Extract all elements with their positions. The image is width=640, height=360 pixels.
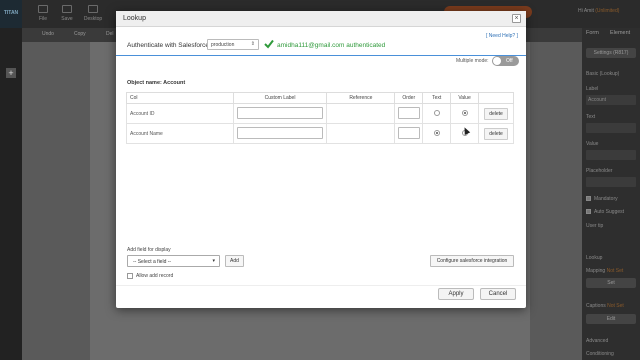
auth-status: amidha111@gmail.com authenticated: [277, 42, 386, 49]
section-advanced[interactable]: Advanced: [586, 338, 608, 344]
table-row: Account Name delete: [126, 123, 514, 144]
field-select-value: -- Select a field --: [133, 259, 172, 265]
value-caption: Value: [586, 141, 599, 147]
text-radio[interactable]: [433, 129, 440, 136]
toggle-state: Off: [506, 58, 513, 64]
multiple-mode-label: Multiple mode:: [456, 58, 489, 64]
user-greeting[interactable]: Hi Amit (Unlimited): [578, 8, 619, 14]
field-table: Col Custom Label Reference Order Text Va…: [126, 92, 514, 144]
chevron-down-icon: ▾: [212, 258, 215, 264]
modal-title: Lookup: [123, 15, 146, 22]
auth-label: Authenticate with Salesforce: [127, 42, 210, 49]
label-field[interactable]: Account: [586, 95, 636, 105]
cancel-button[interactable]: Cancel: [480, 288, 516, 300]
order-header: Order: [394, 92, 424, 104]
auto-suggest-label: Auto Suggest: [594, 209, 625, 215]
toggle-knob: [493, 57, 501, 65]
lookup-modal: Lookup × [ Need Help? ] Authenticate wit…: [116, 11, 526, 308]
section-basic[interactable]: Basic (Lookup): [586, 71, 619, 77]
environment-value: production: [211, 42, 235, 48]
mandatory-checkbox[interactable]: [586, 196, 591, 201]
reference-cell: [326, 123, 396, 144]
right-panel: Form Element Settings (R817) Basic (Look…: [582, 28, 640, 360]
custom-label-input[interactable]: [237, 126, 323, 139]
tab-form[interactable]: Form: [586, 30, 599, 36]
mapping-caption: Mapping Not Set: [586, 268, 624, 274]
text-field[interactable]: [586, 123, 636, 133]
modal-header: Lookup ×: [116, 11, 526, 27]
need-help-link[interactable]: [ Need Help? ]: [486, 33, 518, 39]
text-header: Text: [422, 92, 452, 104]
field-select[interactable]: -- Select a field -- ▾: [127, 255, 220, 267]
captions-caption: Captions Not Set: [586, 303, 624, 309]
configure-integration-button[interactable]: Configure salesforce integration: [430, 255, 514, 267]
text-caption: Text: [586, 114, 596, 120]
value-header: Value: [450, 92, 479, 104]
desktop-icon: [88, 5, 98, 13]
apply-button[interactable]: Apply: [438, 288, 474, 300]
toolbar-save[interactable]: Save: [54, 5, 80, 22]
add-field-button[interactable]: Add: [225, 255, 244, 267]
order-input[interactable]: [397, 126, 420, 139]
copy-button[interactable]: Copy: [74, 31, 86, 37]
value-field[interactable]: [586, 150, 636, 160]
settings-button[interactable]: Settings (R817): [586, 48, 636, 58]
user-tip-caption: User tip: [586, 223, 604, 229]
add-field-label: Add field for display: [127, 247, 171, 253]
delete-button[interactable]: delete: [484, 127, 508, 140]
custom-label-header: Custom Label: [232, 92, 328, 104]
footer-divider: [116, 285, 526, 286]
check-icon: [264, 39, 274, 49]
select-arrows-icon: ⇕: [250, 41, 255, 47]
mandatory-label: Mandatory: [594, 196, 618, 202]
col-header: Col: [126, 92, 234, 104]
table-row: Account ID delete: [126, 103, 514, 124]
custom-label-input[interactable]: [237, 106, 323, 119]
row-col-name: Account Name: [126, 123, 234, 144]
mapping-set-button[interactable]: Set: [586, 278, 636, 288]
allow-add-record-checkbox[interactable]: [127, 273, 133, 279]
left-sidebar: +: [0, 28, 22, 360]
lookup-caption: Lookup: [586, 255, 603, 261]
captions-edit-button[interactable]: Edit: [586, 314, 636, 324]
object-name: Object name: Account: [127, 80, 186, 86]
add-element-icon[interactable]: +: [6, 68, 16, 78]
allow-add-record-label: Allow add record: [136, 273, 174, 279]
close-button[interactable]: ×: [512, 14, 521, 23]
delete-toolbar-button[interactable]: Del: [106, 31, 114, 37]
row-col-name: Account ID: [126, 103, 234, 124]
auto-suggest-checkbox[interactable]: [586, 209, 591, 214]
table-header: Col Custom Label Reference Order Text Va…: [126, 92, 514, 104]
section-conditioning[interactable]: Conditioning: [586, 351, 614, 357]
placeholder-field[interactable]: [586, 177, 636, 187]
tab-element[interactable]: Element: [610, 30, 630, 36]
environment-select[interactable]: production ⇕: [207, 39, 259, 50]
actions-header: [478, 92, 514, 104]
placeholder-caption: Placeholder: [586, 168, 613, 174]
reference-cell: [326, 103, 396, 124]
multiple-mode-toggle[interactable]: Off: [492, 56, 519, 66]
reference-header: Reference: [326, 92, 396, 104]
header-divider: [116, 55, 526, 56]
delete-button[interactable]: delete: [484, 107, 508, 120]
toolbar-file[interactable]: File: [30, 5, 56, 22]
app-logo: TITAN: [0, 0, 22, 28]
order-input[interactable]: [397, 106, 420, 119]
undo-button[interactable]: Undo: [42, 31, 54, 37]
text-radio[interactable]: [433, 109, 440, 116]
value-radio[interactable]: [461, 109, 468, 116]
label-caption: Label: [586, 86, 599, 92]
file-icon: [38, 5, 48, 13]
toolbar-desktop[interactable]: Desktop: [80, 5, 106, 22]
save-icon: [62, 5, 72, 13]
